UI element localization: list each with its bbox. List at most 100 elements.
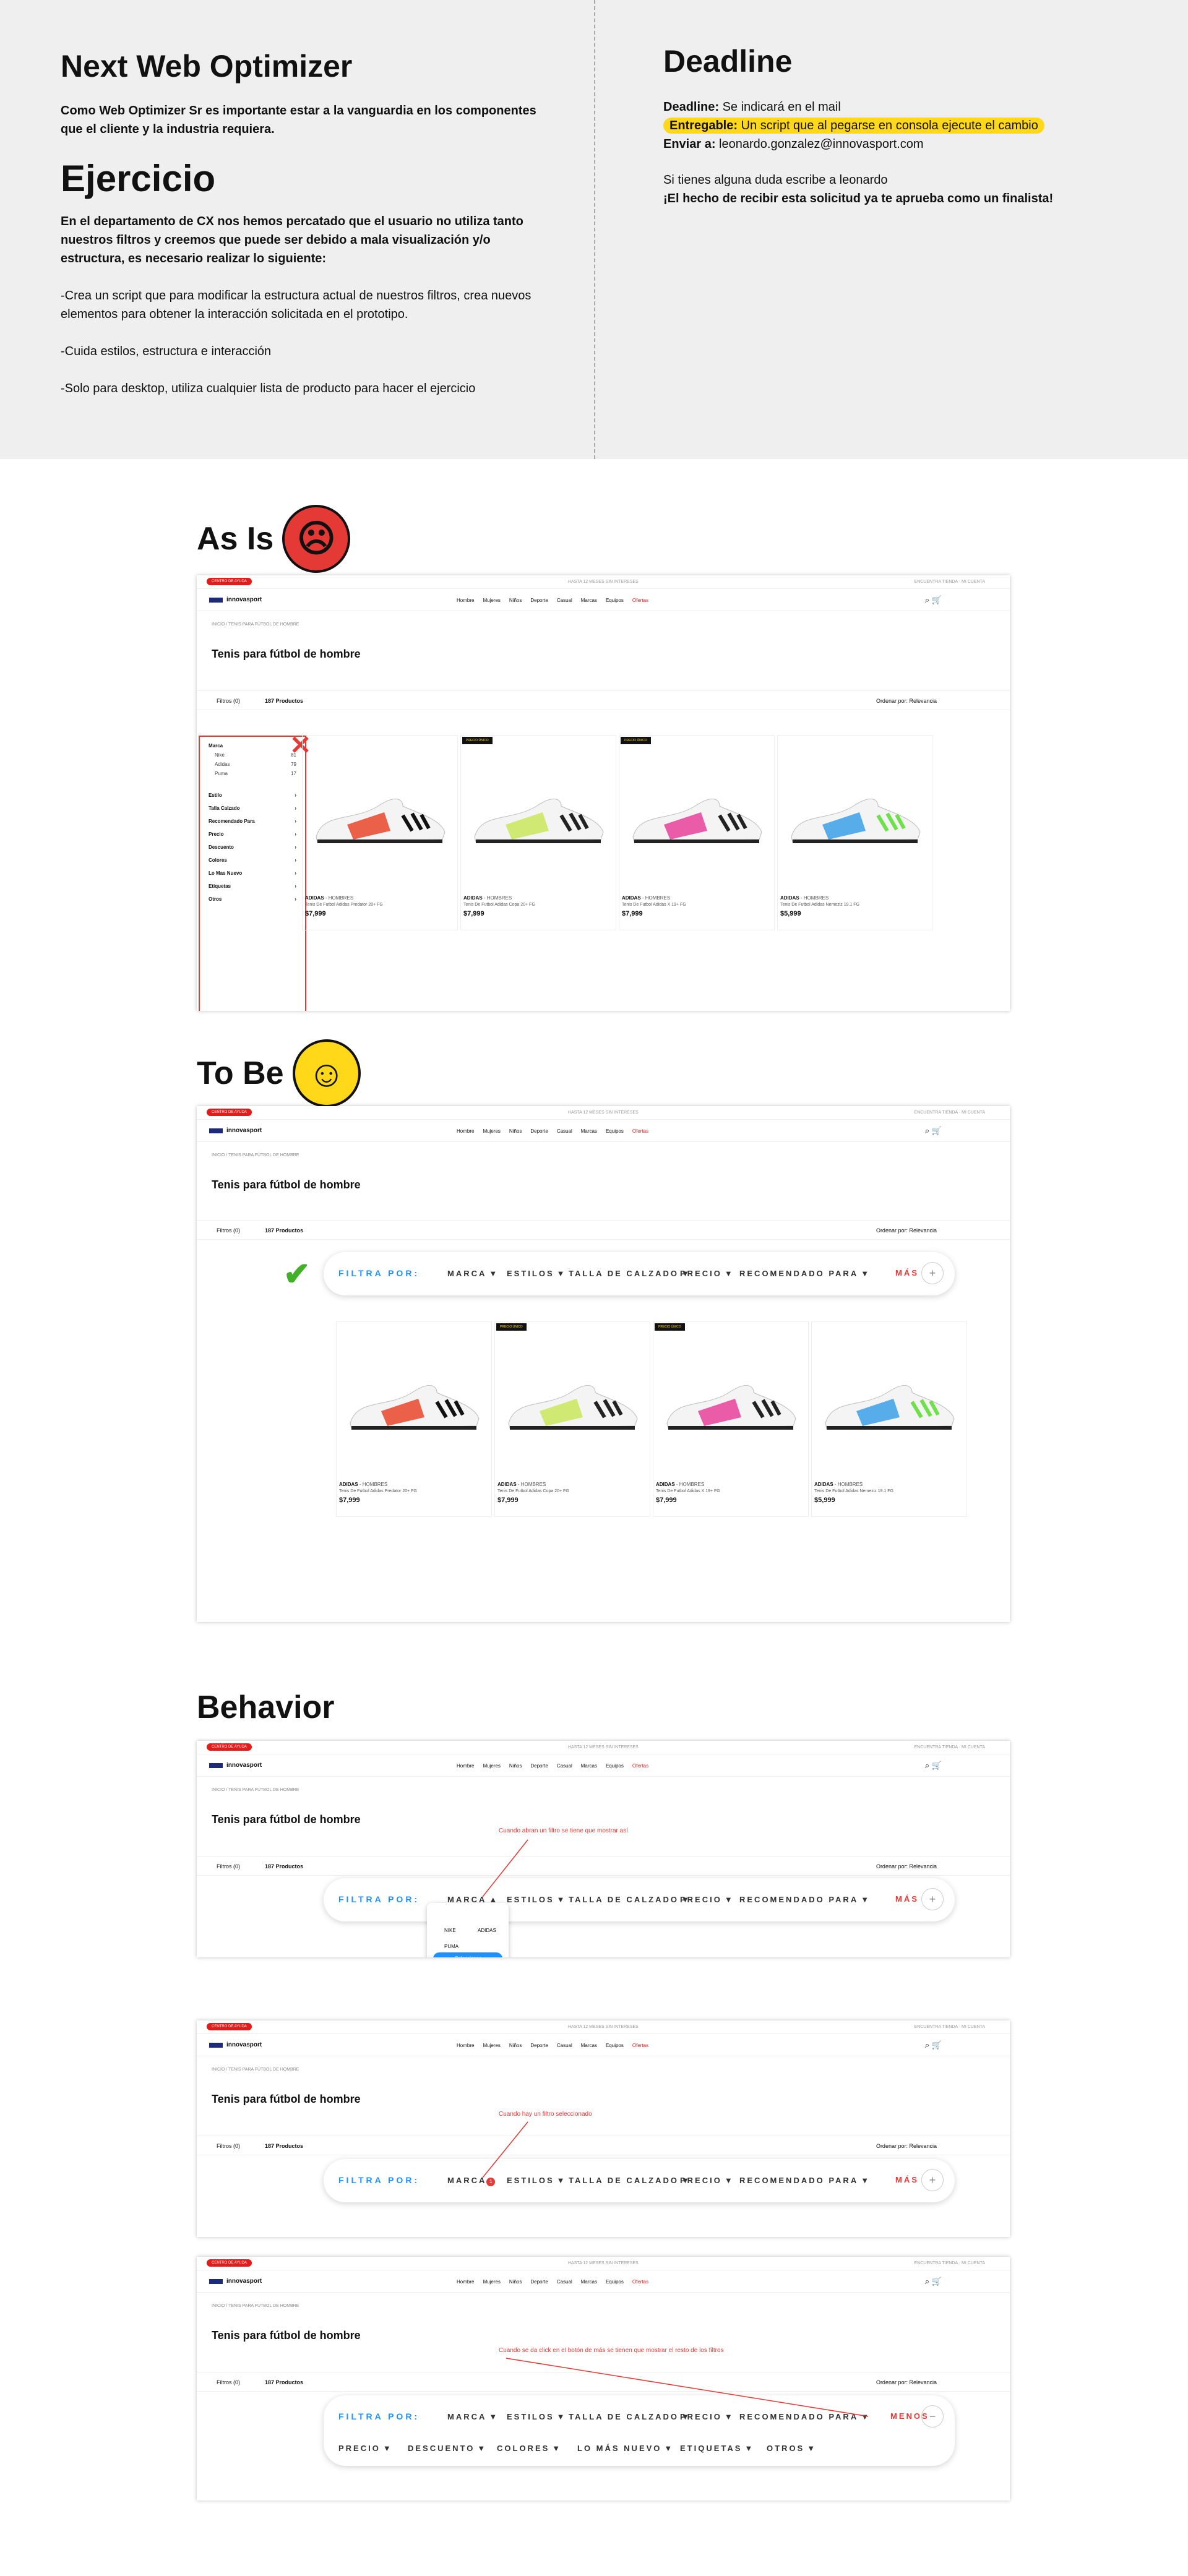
logo[interactable]: innovasport [209, 596, 262, 603]
filter-group[interactable]: Otros › [209, 896, 296, 902]
filter-pill-recomendado-para[interactable]: RECOMENDADO PARA ▼ [739, 2176, 869, 2185]
filter-pill-more[interactable]: PRECIO ▼ [338, 2444, 391, 2453]
plus-icon[interactable]: + [921, 1888, 944, 1910]
filter-option[interactable]: Adidas 79 [215, 762, 296, 767]
filter-pill-precio[interactable]: PRECIO ▼ [680, 2176, 733, 2185]
dropdown-option[interactable]: ADIDAS [478, 1928, 496, 1933]
filters-toggle[interactable]: Filtros (0) [217, 1863, 240, 1870]
product-brand: ADIDAS - HOMBRES [339, 1482, 387, 1487]
shoe-image [350, 1385, 480, 1430]
plus-icon[interactable]: + [921, 1262, 944, 1284]
more-button[interactable]: MÁS [895, 1894, 919, 1904]
product-card[interactable]: PRECIO ÚNICO ADIDAS - HOMBRES Tenis De Fut… [494, 1321, 650, 1517]
help-links[interactable]: ENCUENTRA TIENDA · MI CUENTA [915, 2025, 985, 2029]
sort-select[interactable]: Ordenar por: Relevancia [876, 1863, 937, 1870]
help-pill[interactable]: CENTRO DE AYUDA [207, 578, 252, 585]
logo[interactable]: innovasport [209, 2278, 262, 2285]
filters-toggle[interactable]: Filtros (0) [217, 698, 240, 704]
more-button[interactable]: MÁS [895, 1268, 919, 1277]
filter-group[interactable]: Etiquetas › [209, 883, 296, 889]
search-cart-icons[interactable]: ⌕ 🛒 [925, 1761, 942, 1771]
search-cart-icons[interactable]: ⌕ 🛒 [925, 2040, 942, 2050]
promo-text: HASTA 12 MESES SIN INTERESES [568, 580, 639, 584]
filter-option[interactable]: Nike 81 [215, 752, 296, 758]
filter-group[interactable]: Precio › [209, 831, 296, 837]
main-nav[interactable]: Hombre Mujeres Niños Deporte Casual Marcas Equ… [457, 1763, 648, 1769]
main-nav[interactable]: Hombre Mujeres Niños Deporte Casual Marcas Equ… [457, 598, 648, 603]
help-pill[interactable]: CENTRO DE AYUDA [207, 2023, 252, 2030]
chevron-down-icon: ▼ [477, 2444, 486, 2453]
filter-pill-talla-de-calzado[interactable]: TALLA DE CALZADO ▼ [569, 1269, 689, 1278]
logo[interactable]: innovasport [209, 1127, 262, 1134]
product-card[interactable]: PRECIO ÚNICO ADIDAS - HOMBRES Tenis De Fut… [460, 735, 616, 930]
filter-pill-marca[interactable]: MARCA 1 [447, 2176, 496, 2186]
sort-select[interactable]: Ordenar por: Relevancia [876, 2143, 937, 2149]
filters-toggle[interactable]: Filtros (0) [217, 2379, 240, 2385]
filter-pill-more[interactable]: ETIQUETAS ▼ [680, 2444, 752, 2453]
finalist-line: ¡El hecho de recibir esta solicitud ya t… [663, 192, 1054, 205]
filter-pill-estilos[interactable]: ESTILOS ▼ [507, 1895, 565, 1904]
help-pill[interactable]: CENTRO DE AYUDA [207, 1109, 252, 1116]
filter-pill-recomendado-para[interactable]: RECOMENDADO PARA ▼ [739, 1895, 869, 1904]
plus-icon[interactable]: + [921, 2169, 944, 2191]
dropdown-option[interactable]: PUMA [444, 1944, 458, 1949]
filter-group[interactable]: Marca [209, 743, 296, 749]
sort-select[interactable]: Ordenar por: Relevancia [876, 2379, 937, 2385]
filters-toggle[interactable]: Filtros (0) [217, 2143, 240, 2149]
filter-group[interactable]: Talla Calzado › [209, 805, 296, 811]
filter-pill-recomendado-para[interactable]: RECOMENDADO PARA ▼ [739, 1269, 869, 1278]
filter-group[interactable]: Descuento › [209, 844, 296, 850]
logo[interactable]: innovasport [209, 2041, 262, 2048]
search-cart-icons[interactable]: ⌕ 🛒 [925, 1126, 942, 1136]
product-card[interactable]: PRECIO ÚNICO ADIDAS - HOMBRES Tenis De Fut… [653, 1321, 809, 1517]
logo[interactable]: innovasport [209, 1762, 262, 1769]
filter-pill-estilos[interactable]: ESTILOS ▼ [507, 2412, 565, 2421]
filter-option[interactable]: Puma 17 [215, 771, 296, 776]
filter-pill-recomendado-para[interactable]: RECOMENDADO PARA ▼ [739, 2412, 869, 2421]
minus-icon[interactable]: − [921, 2405, 944, 2428]
filter-pill-estilos[interactable]: ESTILOS ▼ [507, 1269, 565, 1278]
search-cart-icons[interactable]: ⌕ 🛒 [925, 595, 942, 605]
product-card[interactable]: PRECIO ÚNICO ADIDAS - HOMBRES Tenis De Fut… [619, 735, 775, 930]
filter-pill-estilos[interactable]: ESTILOS ▼ [507, 2176, 565, 2185]
product-card[interactable]: ADIDAS - HOMBRES Tenis De Futbol Adidas P… [302, 735, 458, 930]
more-button[interactable]: MÁS [895, 2175, 919, 2184]
filter-pill-talla-de-calzado[interactable]: TALLA DE CALZADO ▼ [569, 1895, 689, 1904]
brief-panel: Next Web Optimizer Como Web Optimizer Sr… [0, 0, 1188, 459]
sort-select[interactable]: Ordenar por: Relevancia [876, 698, 937, 704]
dropdown-option[interactable]: NIKE [444, 1928, 456, 1933]
filter-pill-talla-de-calzado[interactable]: TALLA DE CALZADO ▼ [569, 2412, 689, 2421]
help-links[interactable]: ENCUENTRA TIENDA · MI CUENTA [915, 580, 985, 584]
filter-group[interactable]: Colores › [209, 857, 296, 863]
filter-pill-more[interactable]: OTROS ▼ [767, 2444, 815, 2453]
filter-pill-marca[interactable]: MARCA ▼ [447, 2412, 497, 2421]
search-cart-icons[interactable]: ⌕ 🛒 [925, 2277, 942, 2286]
help-links[interactable]: ENCUENTRA TIENDA · MI CUENTA [915, 1745, 985, 1750]
product-card[interactable]: ADIDAS - HOMBRES Tenis De Futbol Adidas N… [811, 1321, 967, 1517]
filter-pill-more[interactable]: COLORES ▼ [497, 2444, 560, 2453]
filter-pill-precio[interactable]: PRECIO ▼ [680, 2412, 733, 2421]
product-card[interactable]: ADIDAS - HOMBRES Tenis De Futbol Adidas P… [336, 1321, 492, 1517]
main-nav[interactable]: Hombre Mujeres Niños Deporte Casual Marcas Equ… [457, 2279, 648, 2285]
filter-pill-marca[interactable]: MARCA ▼ [447, 1269, 497, 1278]
shoe-image [666, 1385, 796, 1430]
brand-category: - HOMBRES [833, 1482, 863, 1487]
filter-pill-more[interactable]: LO MÁS NUEVO ▼ [577, 2444, 672, 2453]
main-nav[interactable]: Hombre Mujeres Niños Deporte Casual Marcas Equ… [457, 1128, 648, 1134]
help-links[interactable]: ENCUENTRA TIENDA · MI CUENTA [915, 2261, 985, 2265]
filter-group[interactable]: Estilo › [209, 792, 296, 798]
help-links[interactable]: ENCUENTRA TIENDA · MI CUENTA [915, 1110, 985, 1115]
filter-pill-talla-de-calzado[interactable]: TALLA DE CALZADO ▼ [569, 2176, 689, 2185]
product-card[interactable]: ADIDAS - HOMBRES Tenis De Futbol Adidas N… [777, 735, 933, 930]
filter-group[interactable]: Lo Mas Nuevo › [209, 870, 296, 876]
help-pill[interactable]: CENTRO DE AYUDA [207, 2259, 252, 2267]
filters-toggle[interactable]: Filtros (0) [217, 1227, 240, 1234]
sort-select[interactable]: Ordenar por: Relevancia [876, 1227, 937, 1234]
filter-pill-precio[interactable]: PRECIO ▼ [680, 1269, 733, 1278]
help-pill[interactable]: CENTRO DE AYUDA [207, 1743, 252, 1751]
main-nav[interactable]: Hombre Mujeres Niños Deporte Casual Marcas Equ… [457, 2043, 648, 2048]
filter-pill-precio[interactable]: PRECIO ▼ [680, 1895, 733, 1904]
select-button[interactable]: Seleccionar [433, 1952, 502, 1957]
filter-group[interactable]: Recomendado Para › [209, 818, 296, 824]
filter-pill-more[interactable]: DESCUENTO ▼ [408, 2444, 485, 2453]
